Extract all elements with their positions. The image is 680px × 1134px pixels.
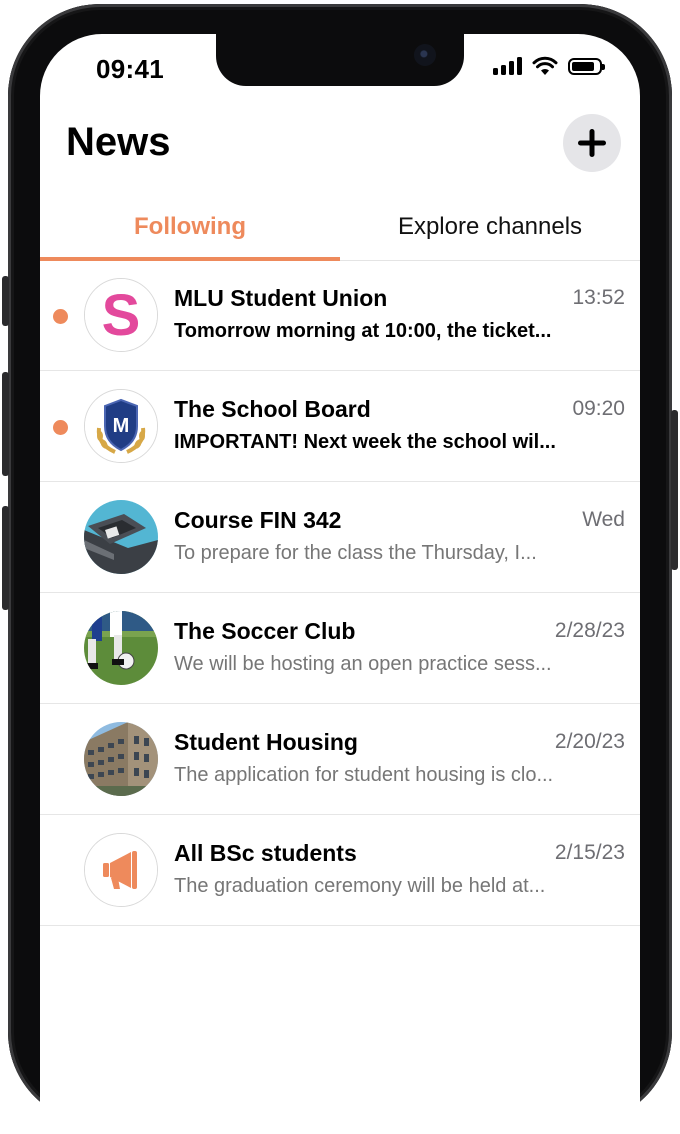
battery-icon [568,57,605,75]
channel-name: MLU Student Union [174,285,388,311]
message-preview: The graduation ceremony will be held at.… [174,875,546,897]
letter-s-avatar: S [84,278,158,352]
phone-volume-down-button [2,506,9,610]
status-icons [493,56,605,76]
channel-row-mlu-student-union[interactable]: S MLU Student Union 13:52 Tomorrow morni… [40,260,640,371]
svg-text:M: M [113,415,130,437]
megaphone-icon [85,834,157,906]
tab-explore-channels-label: Explore channels [397,213,583,240]
message-time: 2/28/23 [554,619,625,642]
channel-row-the-school-board[interactable]: M The School Board 09:20 IMPORTANT! Next… [40,371,640,482]
tab-bar: Following Explore channels [40,194,640,261]
message-preview: The application for student housing is c… [174,764,554,786]
phone-power-button [671,410,678,570]
app-screen: 09:41 News Following Explore channels S … [40,34,640,1134]
channel-row-all-bsc-students[interactable]: All BSc students 2/15/23 The graduation … [40,815,640,926]
soccer-photo-avatar [84,611,158,685]
shield-crest-avatar: M [84,389,158,463]
channel-row-the-soccer-club[interactable]: The Soccer Club 2/28/23 We will be hosti… [40,593,640,704]
notch [216,34,464,86]
laptop-photo-avatar [84,500,158,574]
phone-mute-switch [2,276,9,326]
message-preview: Tomorrow morning at 10:00, the ticket... [174,320,552,342]
channel-list: S MLU Student Union 13:52 Tomorrow morni… [40,260,640,926]
message-time: 13:52 [572,286,625,309]
channel-name: All BSc students [174,840,357,866]
front-camera [414,44,436,66]
tab-following-label: Following [134,213,246,240]
message-time: 2/20/23 [554,730,625,753]
channel-row-student-housing[interactable]: Student Housing 2/20/23 The application … [40,704,640,815]
unread-indicator [53,309,68,324]
tab-following[interactable]: Following [40,194,340,260]
page-title: News [66,120,171,164]
channel-row-course-fin-342[interactable]: Course FIN 342 Wed To prepare for the cl… [40,482,640,593]
phone-volume-up-button [2,372,9,476]
add-button[interactable] [563,114,621,172]
message-preview: IMPORTANT! Next week the school wil... [174,431,556,453]
message-time: 09:20 [572,397,625,420]
unread-indicator [53,420,68,435]
channel-name: The Soccer Club [174,618,356,644]
cellular-signal-icon [493,57,522,75]
message-time: Wed [582,508,625,531]
svg-text:S: S [102,283,141,348]
channel-name: The School Board [174,396,371,422]
tab-explore-channels[interactable]: Explore channels [340,194,640,260]
channel-name: Student Housing [174,729,358,755]
message-preview: We will be hosting an open practice sess… [174,653,552,675]
status-time: 09:41 [96,54,164,84]
message-preview: To prepare for the class the Thursday, I… [174,542,537,564]
megaphone-avatar [84,833,158,907]
plus-icon [578,129,606,157]
wifi-icon [532,56,558,75]
building-photo-avatar [84,722,158,796]
message-time: 2/15/23 [554,841,625,864]
channel-name: Course FIN 342 [174,507,342,533]
